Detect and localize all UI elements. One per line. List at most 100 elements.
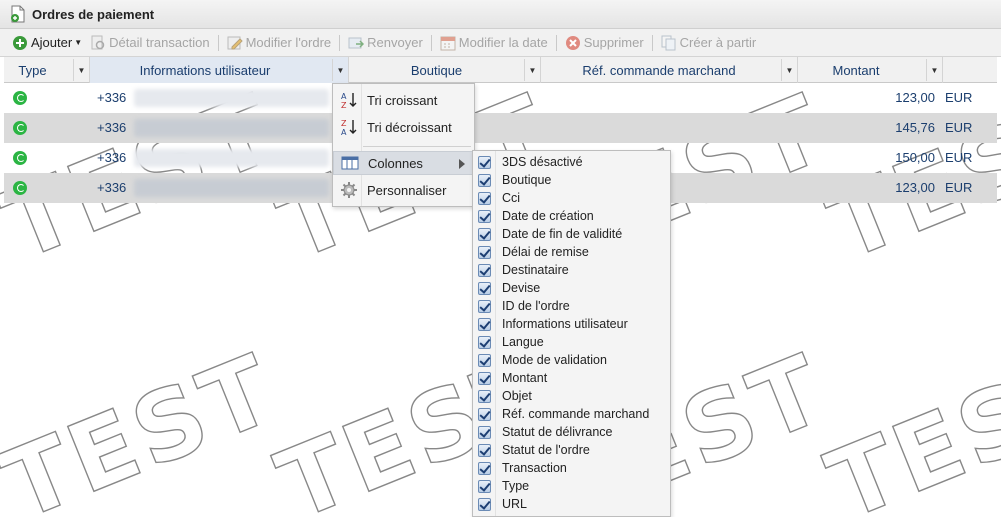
column-toggle-ref[interactable]: Réf. commande marchand: [473, 405, 670, 423]
columns-icon: [340, 153, 360, 173]
column-header-info[interactable]: Informations utilisateur ▼: [90, 57, 349, 83]
checkbox[interactable]: [478, 173, 491, 187]
resend-icon: [348, 35, 365, 51]
menu-item-sort-asc[interactable]: AZ Tri croissant: [333, 88, 474, 112]
column-toggle-3ds[interactable]: 3DS désactivé: [473, 153, 670, 171]
column-header-ref[interactable]: Réf. commande marchand ▼: [541, 57, 798, 83]
copy-icon: [661, 35, 677, 51]
checkbox[interactable]: [478, 155, 491, 169]
column-toggle-type[interactable]: Type: [473, 477, 670, 495]
column-label: Type: [18, 62, 47, 78]
amount-value: 123,00: [895, 180, 935, 195]
svg-text:Z: Z: [341, 119, 347, 128]
column-toggle-cc[interactable]: Cci: [473, 189, 670, 207]
test-watermark: TEST: [0, 332, 292, 517]
column-toggle-shop[interactable]: Boutique: [473, 171, 670, 189]
checkbox[interactable]: [478, 353, 491, 367]
transaction-detail-button[interactable]: Détail transaction: [86, 32, 213, 54]
column-toggle-delay[interactable]: Délai de remise: [473, 243, 670, 261]
menu-item-sort-desc[interactable]: ZA Tri décroissant: [333, 115, 474, 139]
edit-order-button[interactable]: Modifier l'ordre: [223, 32, 336, 54]
column-toggle-label: ID de l'ordre: [502, 299, 570, 313]
column-toggle-label: Destinataire: [502, 263, 569, 277]
column-toggle-order-status[interactable]: Statut de l'ordre: [473, 441, 670, 459]
column-toggle-order-id[interactable]: ID de l'ordre: [473, 297, 670, 315]
delete-button[interactable]: Supprimer: [561, 32, 648, 54]
checkbox[interactable]: [478, 209, 491, 223]
user-phone: +336: [97, 120, 127, 135]
whatsapp-icon: [13, 151, 27, 165]
menu-item-customize[interactable]: Personnaliser: [333, 178, 474, 202]
checkbox[interactable]: [478, 263, 491, 277]
chevron-down-icon[interactable]: ▼: [524, 59, 540, 81]
column-toggle-expiry[interactable]: Date de fin de validité: [473, 225, 670, 243]
column-header-type[interactable]: Type ▼: [4, 57, 90, 83]
toolbar-divider: [217, 34, 219, 51]
add-button[interactable]: Ajouter ▼: [8, 32, 86, 54]
column-toggle-language[interactable]: Langue: [473, 333, 670, 351]
column-toggle-label: URL: [502, 497, 528, 511]
columns-submenu: 3DS désactivé Boutique Cci Date de créat…: [472, 150, 671, 517]
checkbox[interactable]: [478, 479, 491, 493]
column-toggle-url[interactable]: URL: [473, 495, 670, 513]
currency-value: EUR: [945, 180, 973, 195]
amount-value: 145,76: [895, 120, 935, 135]
checkbox[interactable]: [478, 443, 491, 457]
checkbox[interactable]: [478, 497, 491, 511]
menu-item-columns[interactable]: Colonnes: [333, 151, 474, 175]
column-toggle-label: Date de création: [502, 209, 594, 223]
whatsapp-icon: [13, 121, 27, 135]
column-header-amount[interactable]: Montant ▼: [798, 57, 943, 83]
calendar-icon: [440, 35, 456, 51]
delete-label: Supprimer: [583, 35, 644, 50]
column-toggle-user-info[interactable]: Informations utilisateur: [473, 315, 670, 333]
column-toggle-label: 3DS désactivé: [502, 155, 583, 169]
toolbar-divider: [339, 34, 341, 51]
toolbar-divider: [651, 34, 653, 51]
toolbar-divider: [555, 34, 557, 51]
checkbox[interactable]: [478, 245, 491, 259]
chevron-down-icon[interactable]: ▼: [926, 59, 942, 81]
column-toggle-amount[interactable]: Montant: [473, 369, 670, 387]
checkbox[interactable]: [478, 389, 491, 403]
column-toggle-label: Langue: [502, 335, 544, 349]
create-from-button[interactable]: Créer à partir: [657, 32, 761, 54]
checkbox[interactable]: [478, 299, 491, 313]
title-bar: Ordres de paiement: [0, 0, 1001, 29]
column-toggle-delivery-status[interactable]: Statut de délivrance: [473, 423, 670, 441]
column-toggle-transaction[interactable]: Transaction: [473, 459, 670, 477]
checkbox[interactable]: [478, 425, 491, 439]
chevron-down-icon[interactable]: ▼: [781, 59, 797, 81]
checkbox[interactable]: [478, 317, 491, 331]
column-toggle-currency[interactable]: Devise: [473, 279, 670, 297]
sort-asc-label: Tri croissant: [367, 92, 438, 108]
redacted-user-info: [134, 119, 329, 137]
column-toggle-validation[interactable]: Mode de validation: [473, 351, 670, 369]
test-watermark: TEST: [812, 332, 1001, 517]
currency-value: EUR: [945, 120, 973, 135]
delete-icon: [565, 35, 581, 51]
column-toggle-created[interactable]: Date de création: [473, 207, 670, 225]
column-toggle-label: Transaction: [502, 461, 567, 475]
edit-icon: [227, 35, 243, 51]
chevron-down-icon[interactable]: ▼: [73, 59, 89, 81]
checkbox[interactable]: [478, 281, 491, 295]
checkbox[interactable]: [478, 227, 491, 241]
checkbox[interactable]: [478, 371, 491, 385]
checkbox[interactable]: [478, 461, 491, 475]
column-header-shop[interactable]: Boutique ▼: [349, 57, 541, 83]
whatsapp-icon: [13, 181, 27, 195]
edit-date-button[interactable]: Modifier la date: [436, 32, 552, 54]
whatsapp-icon: [13, 91, 27, 105]
customize-label: Personnaliser: [367, 182, 447, 198]
table-row[interactable]: +336 145,76 EUR: [4, 113, 997, 143]
checkbox[interactable]: [478, 335, 491, 349]
table-row[interactable]: +336 123,00 EUR: [4, 83, 997, 113]
user-phone: +336: [97, 90, 127, 105]
column-toggle-recipient[interactable]: Destinataire: [473, 261, 670, 279]
checkbox[interactable]: [478, 407, 491, 421]
chevron-down-icon[interactable]: ▼: [332, 59, 348, 81]
resend-button[interactable]: Renvoyer: [344, 32, 427, 54]
checkbox[interactable]: [478, 191, 491, 205]
column-toggle-subject[interactable]: Objet: [473, 387, 670, 405]
